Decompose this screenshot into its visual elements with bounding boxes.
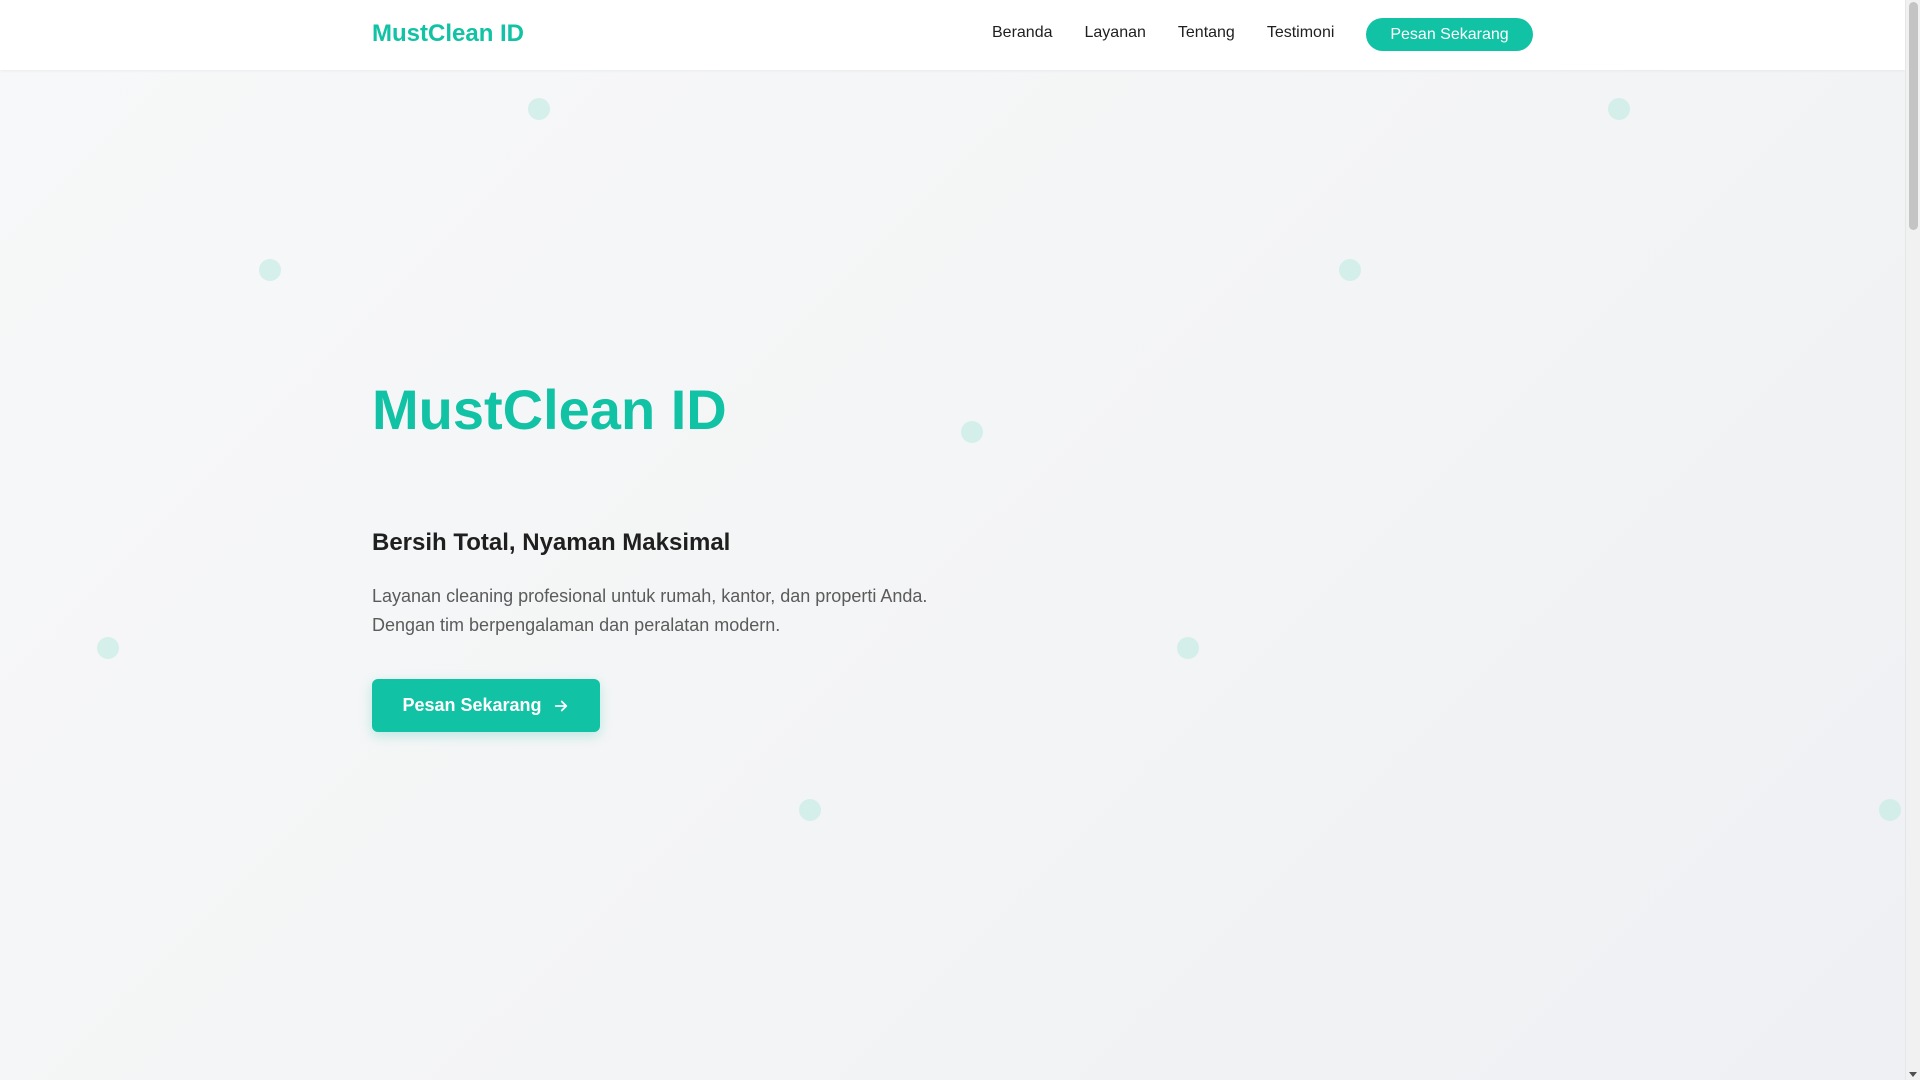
nav-links: Beranda Layanan Tentang Testimoni [992, 24, 1366, 42]
decor-dot [1879, 799, 1901, 821]
nav-link-beranda[interactable]: Beranda [992, 24, 1053, 42]
decor-dot [961, 421, 983, 443]
decor-dot [799, 799, 821, 821]
scrollbar-thumb[interactable] [1909, 2, 1918, 230]
decor-dot [1177, 637, 1199, 659]
nav-link-testimoni[interactable]: Testimoni [1267, 24, 1335, 42]
hero-subtitle: Bersih Total, Nyaman Maksimal [372, 529, 731, 556]
top-navbar: MustClean ID Beranda Layanan Tentang Tes… [0, 0, 1905, 70]
decor-dot [1608, 98, 1630, 120]
scroll-down-arrow-icon[interactable] [1909, 1072, 1917, 1077]
decor-dot [528, 98, 550, 120]
decor-dot [97, 637, 119, 659]
nav-link-tentang[interactable]: Tentang [1178, 24, 1235, 42]
hero-order-button-label: Pesan Sekarang [402, 695, 542, 715]
hero-description-line2: Dengan tim berpengalaman dan peralatan m… [372, 615, 781, 635]
arrow-right-icon [554, 700, 567, 711]
decor-dot [1339, 259, 1361, 281]
hero-description: Layanan cleaning profesional untuk rumah… [372, 582, 972, 640]
nav-link-layanan[interactable]: Layanan [1085, 24, 1146, 42]
decor-dot [259, 259, 281, 281]
hero-section: MustClean ID [0, 70, 1905, 1080]
hero-description-line1: Layanan cleaning profesional untuk rumah… [372, 586, 928, 606]
hero-title: MustClean ID [372, 378, 727, 441]
nav-order-button[interactable]: Pesan Sekarang [1366, 18, 1533, 51]
hero-order-button[interactable]: Pesan Sekarang [372, 679, 600, 732]
brand-logo-link[interactable]: MustClean ID [372, 20, 524, 48]
page-viewport: MustClean ID Beranda Layanan Tentang Tes… [0, 0, 1905, 1080]
vertical-scrollbar[interactable] [1905, 0, 1920, 1080]
